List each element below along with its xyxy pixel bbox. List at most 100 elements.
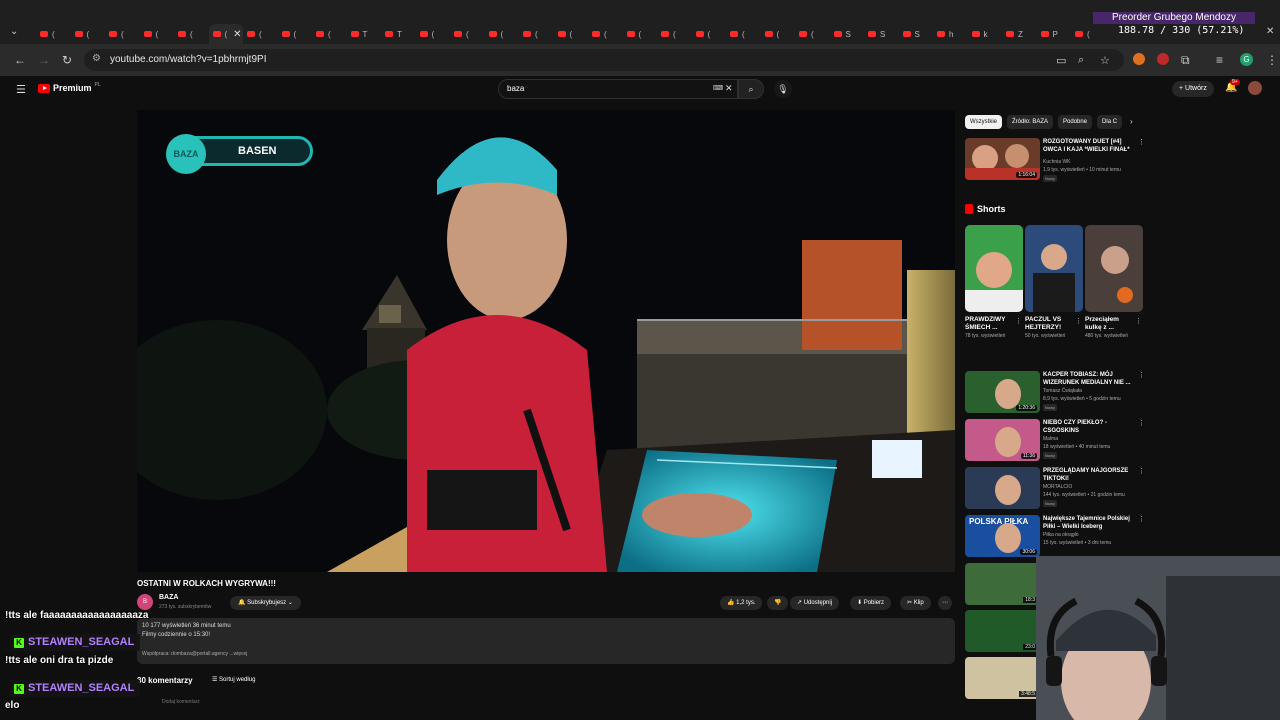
browser-tab[interactable]: ( xyxy=(105,24,140,44)
guide-menu-icon[interactable]: ☰ xyxy=(16,83,26,96)
video-thumbnail[interactable]: 11:36 xyxy=(965,419,1040,461)
video-thumbnail[interactable]: 3:48:5 xyxy=(965,657,1040,699)
video-thumbnail[interactable]: 18:3 xyxy=(965,563,1040,605)
like-button[interactable]: 👍 1,2 tys. xyxy=(720,596,763,610)
search-button[interactable]: ⌕ xyxy=(738,79,764,99)
search-input[interactable]: baza ⌨ ✕ xyxy=(498,79,738,99)
more-actions-button[interactable]: ⋯ xyxy=(938,596,952,610)
browser-tab[interactable]: ( xyxy=(485,24,520,44)
filter-chip[interactable]: Podobne xyxy=(1058,115,1093,129)
back-icon[interactable]: ← xyxy=(14,53,26,67)
close-window-icon[interactable]: ✕ xyxy=(1266,26,1274,37)
filter-chip[interactable]: Dla C xyxy=(1097,115,1123,129)
browser-tab[interactable]: ( xyxy=(761,24,796,44)
browser-tab[interactable]: ( xyxy=(588,24,623,44)
zoom-icon[interactable]: ⌕ xyxy=(1078,54,1084,67)
reload-icon[interactable]: ↻ xyxy=(62,53,72,67)
recommended-video[interactable]: PRZEGLĄDAMY NAJGORSZE TIKTOKI! MORTALCIO 1… xyxy=(965,467,1145,511)
short-thumbnail[interactable] xyxy=(965,225,1023,312)
browser-tab[interactable]: ( xyxy=(36,24,71,44)
clear-search-icon[interactable]: ✕ xyxy=(725,83,733,94)
more-options-icon[interactable]: ⋮ xyxy=(1015,317,1022,325)
video-thumbnail[interactable]: 1:16:04 xyxy=(965,138,1040,180)
video-player[interactable]: BAZA BASEN xyxy=(137,110,955,572)
browser-tab-strip: ⌄ ((((((✕(((T T((((((((((((S S Sh k Z P( Preor… xyxy=(0,0,1280,44)
more-options-icon[interactable]: ⋮ xyxy=(1138,419,1145,427)
browser-tab[interactable]: k xyxy=(968,24,1003,44)
video-thumbnail[interactable] xyxy=(965,467,1040,509)
install-app-icon[interactable]: ▭ xyxy=(1056,54,1066,67)
more-options-icon[interactable]: ⋮ xyxy=(1075,317,1082,325)
recommended-video[interactable]: POLSKA PIŁKA 30:06 Największe Tajemnice Po… xyxy=(965,515,1145,559)
video-thumbnail[interactable]: 1:20:36 xyxy=(965,371,1040,413)
browser-tab[interactable]: ( xyxy=(623,24,658,44)
more-options-icon[interactable]: ⋮ xyxy=(1138,467,1145,475)
short-thumbnail[interactable] xyxy=(1025,225,1083,312)
browser-tab[interactable]: ( xyxy=(554,24,589,44)
create-button[interactable]: + Utwórz xyxy=(1172,81,1214,97)
short-thumbnail[interactable] xyxy=(1085,225,1143,312)
browser-tab[interactable]: ( xyxy=(71,24,106,44)
keyboard-icon[interactable]: ⌨ xyxy=(713,84,723,92)
more-options-icon[interactable]: ⋮ xyxy=(1138,371,1145,379)
more-options-icon[interactable]: ⋮ xyxy=(1135,317,1142,325)
browser-tab[interactable]: S xyxy=(899,24,934,44)
browser-tab[interactable]: ( xyxy=(140,24,175,44)
browser-tab[interactable]: ( xyxy=(692,24,727,44)
browser-tab[interactable]: ( xyxy=(519,24,554,44)
browser-tab[interactable]: ( xyxy=(1071,24,1106,44)
recommended-video[interactable]: 1:20:36 KACPER TOBIASZ: MÓJ WIZERUNEK MED… xyxy=(965,371,1145,415)
youtube-logo[interactable]: Premium PL xyxy=(38,82,101,93)
clip-button[interactable]: ✂ Klip xyxy=(900,596,931,610)
filter-chip[interactable]: Wszystkie xyxy=(965,115,1002,129)
site-info-icon[interactable]: ⚙ xyxy=(92,53,101,64)
browser-tab[interactable]: (✕ xyxy=(208,24,243,44)
forward-icon[interactable]: → xyxy=(38,53,50,67)
browser-tab[interactable]: ( xyxy=(278,24,313,44)
extensions-puzzle-icon[interactable]: ⧉ xyxy=(1181,53,1190,68)
browser-tab[interactable]: ( xyxy=(243,24,278,44)
browser-tab[interactable]: ( xyxy=(657,24,692,44)
browser-tab[interactable]: h xyxy=(933,24,968,44)
browser-tab[interactable]: ( xyxy=(174,24,209,44)
filter-chip[interactable]: Źródło: BAZA xyxy=(1007,115,1054,129)
browser-tab[interactable]: ( xyxy=(795,24,830,44)
browser-tab[interactable]: Z xyxy=(1002,24,1037,44)
browser-tab[interactable]: P xyxy=(1037,24,1072,44)
channel-name[interactable]: BAZA xyxy=(159,594,178,601)
tab-search-icon[interactable]: ⌄ xyxy=(10,26,18,37)
browser-tab[interactable]: S xyxy=(864,24,899,44)
short-item[interactable]: PACZUL VS HEJTERZY! 50 tys. wyświetleń ⋮ xyxy=(1025,225,1083,339)
video-thumbnail[interactable]: POLSKA PIŁKA 30:06 xyxy=(965,515,1040,557)
video-thumbnail[interactable]: 23:0 xyxy=(965,610,1040,652)
address-bar[interactable]: ⚙ youtube.com/watch?v=1pbhrmjt9PI ▭ ⌕ ☆ xyxy=(84,49,1124,71)
more-options-icon[interactable]: ⋮ xyxy=(1138,138,1145,146)
chevron-right-icon[interactable]: › xyxy=(1130,117,1133,126)
more-options-icon[interactable]: ⋮ xyxy=(1138,515,1145,523)
recommended-video[interactable]: 1:16:04 ROZGOTOWANY DUET [#4] OWCA I KAJ… xyxy=(965,138,1145,182)
browser-tab[interactable]: S xyxy=(830,24,865,44)
browser-tab[interactable]: T xyxy=(381,24,416,44)
tab-close-icon[interactable]: ✕ xyxy=(233,29,241,40)
extension-icon[interactable] xyxy=(1157,53,1169,65)
browser-tab[interactable]: T xyxy=(347,24,382,44)
profile-avatar[interactable]: G xyxy=(1240,53,1253,66)
account-avatar[interactable] xyxy=(1248,81,1262,95)
media-controls-icon[interactable]: ≡ xyxy=(1216,53,1223,67)
voice-search-icon[interactable]: 🎙 xyxy=(774,80,792,98)
browser-tab[interactable]: ( xyxy=(312,24,347,44)
tab-title: S xyxy=(845,29,851,39)
bookmark-star-icon[interactable]: ☆ xyxy=(1100,54,1110,67)
short-item[interactable]: PRAWDZIWY ŚMIECH ... 78 tys. wyświetleń … xyxy=(965,225,1023,339)
short-item[interactable]: Przeciąłem kulkę z ... 480 tys. wyświetl… xyxy=(1085,225,1143,339)
browser-tab[interactable]: ( xyxy=(450,24,485,44)
extension-icon[interactable] xyxy=(1133,53,1145,65)
dislike-button[interactable]: 👎 xyxy=(767,596,789,610)
browser-menu-icon[interactable]: ⋮ xyxy=(1266,53,1278,67)
share-button[interactable]: ↗ Udostępnij xyxy=(790,596,840,610)
download-button[interactable]: ⬇ Pobierz xyxy=(850,596,892,610)
notifications-bell-icon[interactable]: 🔔 9+ xyxy=(1225,79,1240,93)
recommended-video[interactable]: 11:36 NIEBO CZY PIEKŁO? - CSGOSKINS Malma 1… xyxy=(965,419,1145,463)
browser-tab[interactable]: ( xyxy=(416,24,451,44)
browser-tab[interactable]: ( xyxy=(726,24,761,44)
